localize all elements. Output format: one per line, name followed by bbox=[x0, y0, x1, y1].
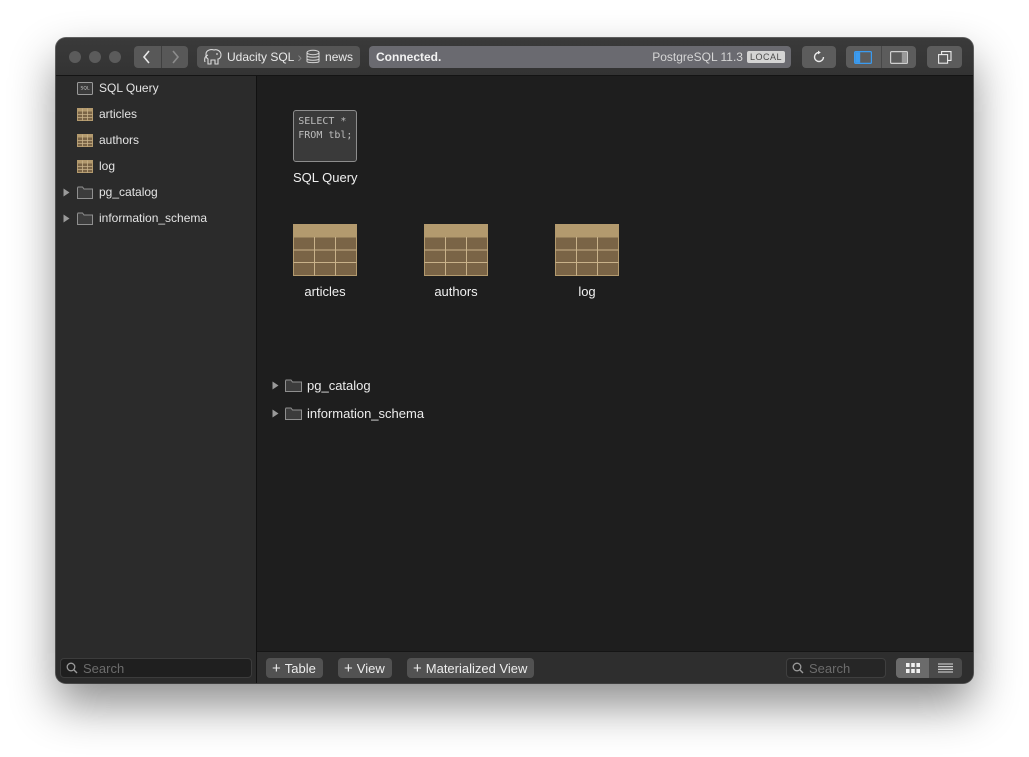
search-icon bbox=[792, 662, 804, 674]
folder-icon bbox=[77, 186, 93, 199]
add-table-label: Table bbox=[284, 660, 316, 676]
table-icon bbox=[424, 224, 488, 276]
sidebar-item-label: SQL Query bbox=[99, 81, 159, 95]
folder-icon bbox=[285, 379, 302, 392]
connection-status-bar: Connected. PostgreSQL 11.3 LOCAL bbox=[369, 46, 791, 68]
panel-toggle-group bbox=[846, 46, 916, 68]
zoom-window-button[interactable] bbox=[109, 51, 121, 63]
connection-status: Connected. bbox=[376, 50, 442, 64]
navigation-buttons bbox=[134, 46, 188, 68]
list-view-button[interactable] bbox=[929, 658, 962, 678]
disclosure-triangle-icon[interactable] bbox=[63, 188, 70, 197]
sidebar-item-pg-catalog[interactable]: pg_catalog bbox=[56, 181, 158, 203]
server-version: PostgreSQL 11.3 bbox=[652, 50, 743, 64]
back-button[interactable] bbox=[134, 46, 161, 68]
forward-button[interactable] bbox=[160, 46, 189, 68]
grid-view-button[interactable] bbox=[896, 658, 929, 678]
sidebar-item-articles[interactable]: articles bbox=[56, 103, 137, 125]
sidebar-right-icon bbox=[889, 50, 908, 64]
disclosure-triangle-icon[interactable] bbox=[272, 381, 279, 390]
breadcrumb-connection[interactable]: Udacity SQL bbox=[197, 46, 294, 68]
plus-icon: + bbox=[413, 659, 422, 677]
tile-label: SQL Query bbox=[293, 170, 358, 185]
sidebar-search-input[interactable] bbox=[83, 660, 233, 676]
sidebar-item-log[interactable]: log bbox=[56, 155, 115, 177]
sql-query-preview: SELECT * FROM tbl; bbox=[293, 110, 358, 162]
sidebar-left-icon bbox=[854, 50, 873, 64]
sql-preview-line: SELECT * bbox=[298, 116, 347, 127]
close-window-button[interactable] bbox=[69, 51, 81, 63]
tile-label: authors bbox=[434, 284, 478, 299]
content-search bbox=[786, 658, 886, 678]
environment-badge: LOCAL bbox=[746, 51, 785, 63]
sidebar-item-label: authors bbox=[99, 133, 140, 147]
sidebar-item-sql-query[interactable]: SQL SQL Query bbox=[56, 77, 159, 99]
schema-label: pg_catalog bbox=[307, 378, 371, 393]
schema-row-information-schema[interactable]: information_schema bbox=[272, 406, 424, 421]
sidebar-item-label: articles bbox=[99, 107, 138, 121]
content-search-input[interactable] bbox=[809, 660, 879, 676]
sql-preview-line: FROM tbl; bbox=[298, 130, 353, 141]
sidebar-item-label: information_schema bbox=[99, 211, 208, 225]
breadcrumb-separator: › bbox=[297, 49, 303, 65]
add-materialized-view-label: Materialized View bbox=[425, 660, 528, 676]
app-window: Udacity SQL › news Connected. PostgreSQL… bbox=[56, 38, 973, 683]
tile-label: articles bbox=[304, 284, 346, 299]
toggle-sidebar-button[interactable] bbox=[846, 46, 881, 68]
plus-icon: + bbox=[344, 659, 353, 677]
chevron-left-icon bbox=[143, 50, 150, 64]
breadcrumb: Udacity SQL › news bbox=[197, 46, 360, 68]
minimize-window-button[interactable] bbox=[89, 51, 101, 63]
grid-icon bbox=[905, 663, 920, 673]
sidebar-item-label: log bbox=[99, 159, 116, 173]
sidebar-item-information-schema[interactable]: information_schema bbox=[56, 207, 207, 229]
tile-label: log bbox=[578, 284, 596, 299]
table-icon bbox=[293, 224, 357, 276]
table-tile-authors[interactable]: authors bbox=[424, 224, 488, 299]
add-table-button[interactable]: + Table bbox=[266, 658, 323, 678]
table-tile-articles[interactable]: articles bbox=[293, 224, 357, 299]
elephant-icon bbox=[204, 49, 222, 65]
disclosure-triangle-icon[interactable] bbox=[63, 214, 70, 223]
breadcrumb-database[interactable]: news bbox=[305, 46, 353, 68]
sidebar: SQL SQL Query articles authors log pg_ca… bbox=[56, 76, 257, 683]
add-materialized-view-button[interactable]: + Materialized View bbox=[407, 658, 535, 678]
add-view-button[interactable]: + View bbox=[338, 658, 392, 678]
refresh-icon bbox=[813, 50, 825, 63]
table-icon bbox=[77, 159, 93, 173]
table-icon bbox=[77, 107, 93, 121]
sidebar-search bbox=[60, 658, 252, 678]
disclosure-triangle-icon[interactable] bbox=[272, 409, 279, 418]
new-window-button[interactable] bbox=[927, 46, 962, 68]
table-tile-log[interactable]: log bbox=[555, 224, 619, 299]
chevron-right-icon bbox=[172, 50, 179, 64]
refresh-button[interactable] bbox=[802, 46, 836, 68]
plus-icon: + bbox=[272, 659, 281, 677]
schema-label: information_schema bbox=[307, 406, 425, 421]
table-icon bbox=[77, 133, 93, 147]
schema-row-pg-catalog[interactable]: pg_catalog bbox=[272, 378, 371, 393]
sql-query-tile[interactable]: SELECT * FROM tbl; SQL Query bbox=[293, 110, 358, 185]
svg-text:SQL: SQL bbox=[81, 85, 90, 91]
database-name: news bbox=[325, 50, 354, 64]
main-content: SELECT * FROM tbl; SQL Query articles au… bbox=[257, 76, 973, 651]
connection-name: Udacity SQL bbox=[227, 50, 295, 64]
search-icon bbox=[66, 662, 78, 674]
add-view-label: View bbox=[356, 660, 385, 676]
list-icon bbox=[938, 663, 953, 673]
table-icon bbox=[555, 224, 619, 276]
toggle-inspector-button[interactable] bbox=[880, 46, 917, 68]
sidebar-item-label: pg_catalog bbox=[99, 185, 158, 199]
database-icon bbox=[306, 49, 320, 64]
bottom-toolbar: + Table + View + Materialized View bbox=[257, 651, 973, 683]
folder-icon bbox=[77, 212, 93, 225]
folder-icon bbox=[285, 407, 302, 420]
windows-icon bbox=[937, 50, 952, 64]
view-mode-toggle bbox=[896, 658, 962, 678]
sql-query-icon: SQL bbox=[77, 81, 93, 95]
titlebar: Udacity SQL › news Connected. PostgreSQL… bbox=[56, 38, 973, 76]
sidebar-item-authors[interactable]: authors bbox=[56, 129, 139, 151]
